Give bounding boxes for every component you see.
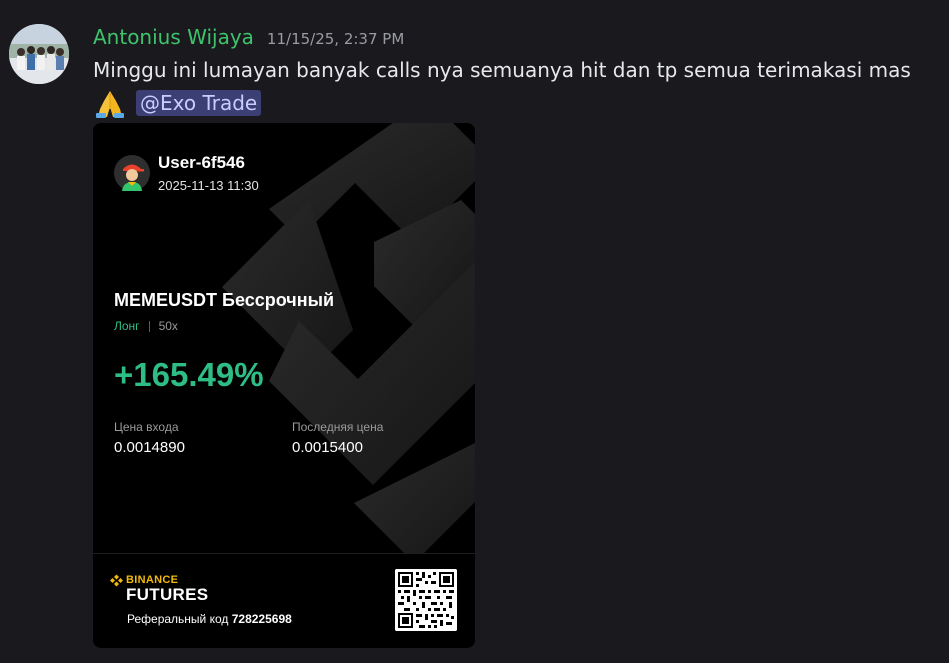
- binance-watermark-icon: [222, 123, 475, 553]
- pnl-percentage: +165.49%: [114, 356, 264, 393]
- image-attachment[interactable]: User-6f546 2025-11-13 11:30 MEMEUSDT Бес…: [93, 123, 475, 648]
- separator: [148, 320, 150, 332]
- user-avatar[interactable]: [9, 24, 69, 84]
- referral-code: Реферальный код 728225698: [127, 612, 292, 626]
- binance-logo-icon: [110, 574, 123, 587]
- position-side: Лонг: [114, 319, 140, 333]
- message-text-continued: @Exo Trade: [93, 87, 262, 119]
- author-name[interactable]: Antonius Wijaya: [93, 25, 254, 49]
- trading-pair: MEMEUSDT Бессрочный: [114, 290, 335, 310]
- entry-price-label: Цена входа: [114, 420, 179, 434]
- qr-code-icon: [395, 569, 457, 631]
- entry-price-value: 0.0014890: [114, 439, 185, 456]
- card-date: 2025-11-13 11:30: [158, 178, 259, 193]
- folded-hands-emoji: [93, 87, 127, 119]
- position-info: Лонг 50x: [114, 319, 178, 333]
- card-username: User-6f546: [158, 153, 245, 172]
- last-price-label: Последняя цена: [292, 420, 384, 434]
- referral-number: 728225698: [231, 612, 292, 626]
- brand-futures: FUTURES: [126, 585, 209, 604]
- card-divider: [93, 553, 475, 554]
- leverage: 50x: [158, 319, 178, 333]
- message-text: Minggu ini lumayan banyak calls nya semu…: [93, 58, 911, 82]
- referral-label: Реферальный код: [127, 612, 229, 626]
- user-mention[interactable]: @Exo Trade: [136, 90, 262, 116]
- message-timestamp: 11/15/25, 2:37 PM: [266, 30, 405, 48]
- last-price-value: 0.0015400: [292, 439, 363, 456]
- message-header: Antonius Wijaya 11/15/25, 2:37 PM: [93, 25, 404, 53]
- chat-message: Antonius Wijaya 11/15/25, 2:37 PM Minggu…: [0, 0, 949, 663]
- user-avatar-icon: [114, 155, 150, 191]
